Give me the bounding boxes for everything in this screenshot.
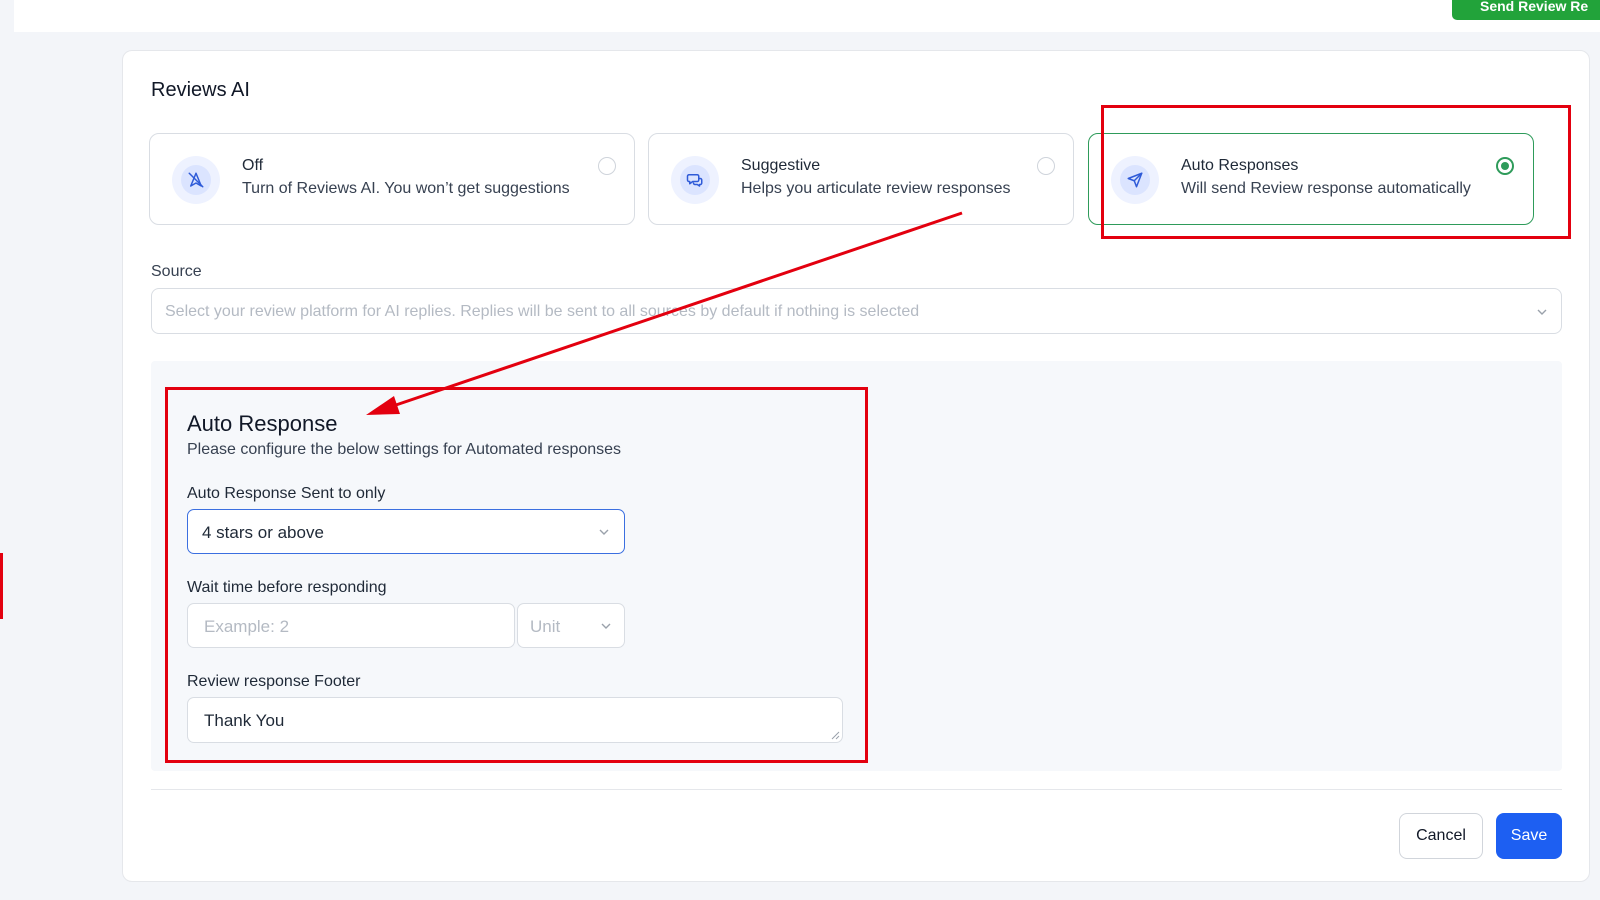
sent-to-value: 4 stars or above bbox=[202, 523, 324, 542]
unit-placeholder: Unit bbox=[530, 617, 561, 636]
mode-name: Off bbox=[242, 157, 264, 174]
resize-handle-icon[interactable] bbox=[830, 730, 840, 740]
save-button[interactable]: Save bbox=[1496, 813, 1562, 859]
mode-icon-wrap bbox=[172, 156, 220, 204]
mode-radio-suggestive[interactable] bbox=[1037, 157, 1055, 175]
footer-divider bbox=[151, 789, 1562, 790]
mode-option-suggestive[interactable]: Suggestive Helps you articulate review r… bbox=[648, 133, 1074, 225]
footer-textarea[interactable]: Thank You bbox=[187, 697, 843, 743]
wait-time-input[interactable]: Example: 2 bbox=[187, 603, 515, 648]
mode-description: Turn of Reviews AI. You won’t get sugges… bbox=[242, 180, 570, 197]
cancel-button[interactable]: Cancel bbox=[1399, 813, 1483, 859]
chevron-down-icon bbox=[1537, 309, 1547, 315]
chevron-down-icon bbox=[601, 623, 611, 629]
wait-time-label: Wait time before responding bbox=[187, 579, 387, 596]
wait-time-placeholder: Example: 2 bbox=[204, 617, 290, 636]
annotation-highlight-auto-responses bbox=[1101, 105, 1571, 239]
annotation-edge-marker bbox=[0, 553, 3, 619]
mode-description: Helps you articulate review responses bbox=[741, 180, 1011, 197]
source-placeholder: Select your review platform for AI repli… bbox=[165, 303, 920, 320]
mode-name: Suggestive bbox=[741, 157, 821, 174]
unit-select[interactable]: Unit bbox=[517, 603, 625, 648]
send-review-request-button[interactable]: Send Review Re bbox=[1452, 0, 1600, 20]
mode-radio-off[interactable] bbox=[598, 157, 616, 175]
auto-response-subtitle: Please configure the below settings for … bbox=[187, 441, 622, 458]
footer-value: Thank You bbox=[204, 711, 285, 730]
mode-icon-wrap bbox=[671, 156, 719, 204]
mode-option-off[interactable]: Off Turn of Reviews AI. You won’t get su… bbox=[149, 133, 635, 225]
auto-response-settings-panel: Auto Response Please configure the below… bbox=[151, 361, 1562, 771]
page-title: Reviews AI bbox=[151, 79, 250, 101]
source-select[interactable]: Select your review platform for AI repli… bbox=[151, 288, 1562, 334]
auto-response-title: Auto Response bbox=[187, 411, 338, 436]
top-bar bbox=[14, 0, 1600, 32]
chevron-down-icon bbox=[599, 529, 609, 535]
sent-to-label: Auto Response Sent to only bbox=[187, 485, 386, 502]
sent-to-select[interactable]: 4 stars or above bbox=[187, 509, 625, 554]
source-label: Source bbox=[151, 263, 202, 280]
no-navigation-icon bbox=[188, 172, 204, 188]
chat-bubbles-icon bbox=[686, 174, 703, 187]
footer-label: Review response Footer bbox=[187, 673, 361, 690]
